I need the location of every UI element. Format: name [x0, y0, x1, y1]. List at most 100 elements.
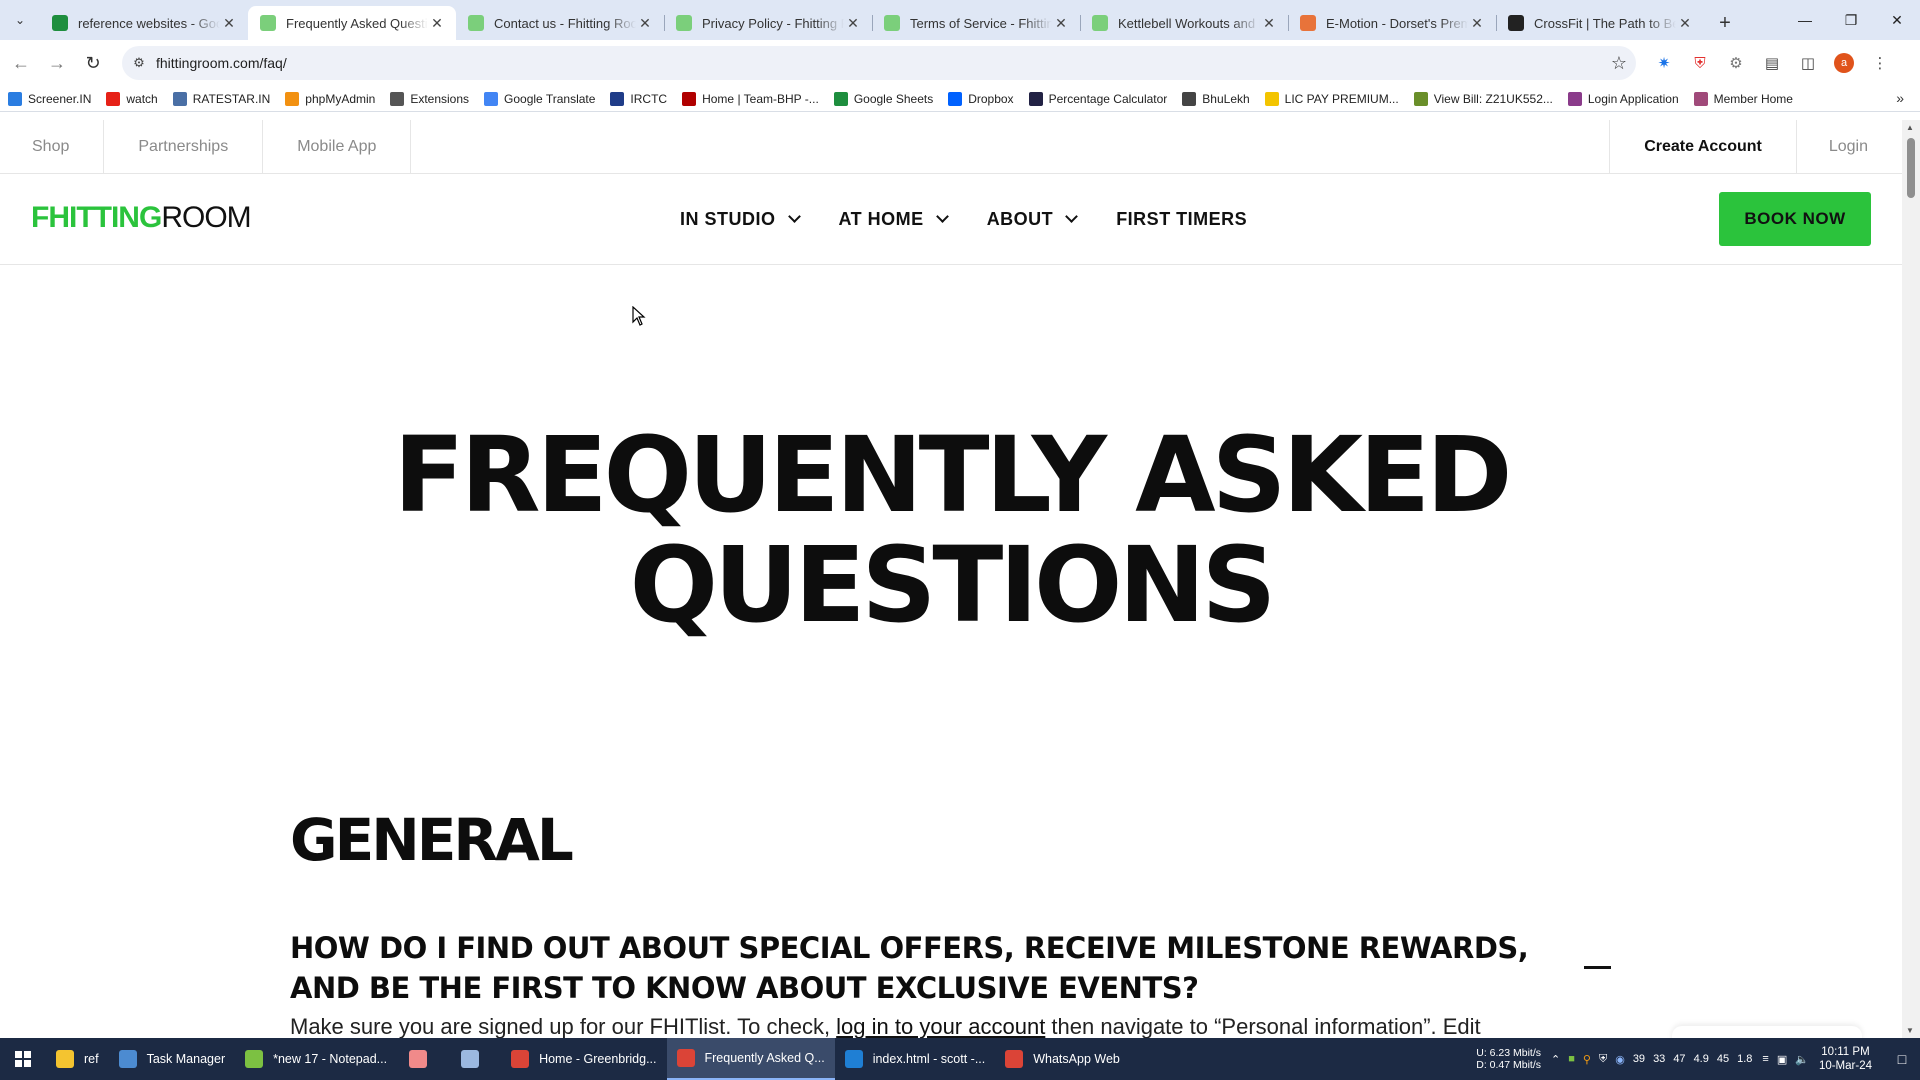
chat-widget[interactable] — [1672, 1026, 1862, 1038]
nav-item-about[interactable]: ABOUT — [987, 209, 1079, 230]
create-account-link[interactable]: Create Account — [1609, 120, 1796, 174]
bookmark-item[interactable]: Percentage Calculator — [1028, 91, 1167, 106]
tab-search-button[interactable]: ⌄ — [0, 0, 40, 40]
sheets-icon — [833, 91, 848, 106]
faq-question[interactable]: HOW DO I FIND OUT ABOUT SPECIAL OFFERS, … — [290, 928, 1530, 1008]
taskbar-item[interactable]: index.html - scott -... — [835, 1038, 996, 1080]
tab-1[interactable]: reference websites - Goog ✕ — [40, 6, 248, 40]
taskbar-item[interactable]: Task Manager — [109, 1038, 236, 1080]
restore-button[interactable]: ❐ — [1828, 0, 1874, 40]
minimize-button[interactable]: — — [1782, 0, 1828, 40]
bookmark-item[interactable]: BhuLekh — [1182, 91, 1250, 106]
volume-icon[interactable]: 🔈 — [1795, 1053, 1809, 1066]
profile-avatar[interactable]: a — [1834, 53, 1854, 73]
bookmark-star-icon[interactable]: ☆ — [1602, 53, 1636, 74]
bookmark-item[interactable]: IRCTC — [610, 91, 667, 106]
tab-close-icon[interactable]: ✕ — [1676, 14, 1694, 32]
util-link-shop[interactable]: Shop — [0, 120, 105, 174]
nav-item-in-studio[interactable]: IN STUDIO — [680, 209, 801, 230]
taskbar-item[interactable]: Frequently Asked Q... — [666, 1038, 835, 1080]
clock[interactable]: 10:11 PM 10-Mar-24 — [1819, 1045, 1872, 1073]
tab-close-icon[interactable]: ✕ — [428, 14, 446, 32]
tray-shield-icon[interactable]: ⛨ — [1599, 1053, 1607, 1066]
taskbar-item[interactable]: Home - Greenbridg... — [501, 1038, 666, 1080]
tab-close-icon[interactable]: ✕ — [1260, 14, 1278, 32]
extension-blue-icon[interactable]: ✷ — [1646, 48, 1682, 78]
tab-7[interactable]: E-Motion - Dorset's Prem ✕ — [1288, 6, 1496, 40]
search-tray-icon[interactable]: ⚲ — [1583, 1053, 1591, 1066]
bookmark-label: Dropbox — [968, 91, 1014, 106]
side-panel-icon[interactable]: ◫ — [1790, 48, 1826, 78]
tab-8[interactable]: CrossFit | The Path to Bett ✕ — [1496, 6, 1704, 40]
notification-icon[interactable]: □ — [1884, 1051, 1920, 1067]
chevron-up-icon[interactable]: ⌃ — [1551, 1053, 1560, 1066]
tab-close-icon[interactable]: ✕ — [1052, 14, 1070, 32]
dropbox-icon — [948, 91, 963, 106]
forward-button[interactable]: → — [42, 48, 72, 78]
bookmark-item[interactable]: Login Application — [1567, 91, 1679, 106]
bookmark-item[interactable]: Home | Team-BHP -... — [682, 91, 819, 106]
bookmark-item[interactable]: LIC PAY PREMIUM... — [1264, 91, 1399, 106]
tab-2[interactable]: Frequently Asked Questio ✕ — [248, 6, 456, 40]
tray-globe-icon[interactable]: ◉ — [1615, 1053, 1625, 1066]
tab-5[interactable]: Terms of Service - Fhitting ✕ — [872, 6, 1080, 40]
util-link-mobile-app[interactable]: Mobile App — [263, 120, 412, 174]
crossfit-icon — [1508, 15, 1524, 31]
tab-close-icon[interactable]: ✕ — [1468, 14, 1486, 32]
extension-bug-icon[interactable]: ⚙ — [1718, 48, 1754, 78]
bookmark-item[interactable]: Google Translate — [484, 91, 595, 106]
scroll-down-icon[interactable]: ▼ — [1906, 1026, 1914, 1035]
page-scrollbar[interactable]: ▲ ▼ — [1902, 120, 1920, 1038]
extensions-puzzle-icon[interactable]: ▤ — [1754, 48, 1790, 78]
tab-close-icon[interactable]: ✕ — [844, 14, 862, 32]
reload-button[interactable]: ↻ — [78, 48, 108, 78]
tab-title: Privacy Policy - Fhitting R — [702, 15, 844, 31]
bookmark-item[interactable]: Member Home — [1693, 91, 1793, 106]
url-text[interactable]: fhittingroom.com/faq/ — [156, 55, 1602, 71]
tab-6[interactable]: Kettlebell Workouts and I ✕ — [1080, 6, 1288, 40]
extension-shield-icon[interactable]: ⛨ — [1682, 48, 1718, 78]
nav-item-first-timers[interactable]: FIRST TIMERS — [1116, 209, 1247, 230]
tray-value: 33 — [1653, 1053, 1666, 1065]
scroll-up-icon[interactable]: ▲ — [1906, 123, 1914, 132]
tab-3[interactable]: Contact us - Fhitting Roor ✕ — [456, 6, 664, 40]
taskbar-item-label: Frequently Asked Q... — [704, 1051, 825, 1065]
wifi-icon[interactable]: ≡ — [1762, 1053, 1768, 1065]
back-button[interactable]: ← — [6, 48, 36, 78]
bookmark-item[interactable]: phpMyAdmin — [285, 91, 375, 106]
bookmark-item[interactable]: Google Sheets — [833, 91, 933, 106]
bookmark-item[interactable]: View Bill: Z21UK552... — [1413, 91, 1553, 106]
site-logo[interactable]: FHITTINGROOM — [31, 200, 252, 236]
tab-close-icon[interactable]: ✕ — [636, 14, 654, 32]
new-tab-button[interactable]: + — [1708, 6, 1742, 40]
bookmark-item[interactable]: Extensions — [390, 91, 469, 106]
bookmark-item[interactable]: watch — [106, 91, 158, 106]
faq-answer: Make sure you are signed up for our FHIT… — [290, 1014, 1481, 1038]
tab-close-icon[interactable]: ✕ — [220, 14, 238, 32]
taskbar-item[interactable] — [397, 1038, 449, 1080]
address-bar[interactable]: ⚙ fhittingroom.com/faq/ ☆ — [122, 46, 1636, 80]
network-icon[interactable]: ▣ — [1777, 1053, 1787, 1066]
taskbar-item[interactable]: *new 17 - Notepad... — [235, 1038, 397, 1080]
util-link-partnerships[interactable]: Partnerships — [104, 120, 264, 174]
site-info-icon[interactable]: ⚙ — [122, 55, 156, 71]
bookmark-item[interactable]: Dropbox — [948, 91, 1014, 106]
bookmark-item[interactable]: Screener.IN — [8, 91, 91, 106]
taskbar-item[interactable]: WhatsApp Web — [995, 1038, 1130, 1080]
taskbar-item-label: WhatsApp Web — [1033, 1052, 1120, 1066]
taskbar-item[interactable] — [449, 1038, 501, 1080]
scrollbar-thumb[interactable] — [1907, 138, 1915, 198]
login-link[interactable]: Login — [1795, 120, 1902, 174]
more-bookmarks-icon[interactable]: » — [1896, 90, 1904, 106]
tab-4[interactable]: Privacy Policy - Fhitting R ✕ — [664, 6, 872, 40]
start-button[interactable] — [0, 1038, 46, 1080]
menu-dots-icon[interactable]: ⋮ — [1862, 48, 1898, 78]
collapse-minus-icon[interactable] — [1584, 966, 1611, 969]
book-now-button[interactable]: BOOK NOW — [1719, 192, 1871, 246]
close-window-button[interactable]: ✕ — [1874, 0, 1920, 40]
login-account-link[interactable]: log in to your account — [836, 1014, 1045, 1038]
taskbar-item[interactable]: ref — [46, 1038, 109, 1080]
bookmark-item[interactable]: RATESTAR.IN — [172, 91, 270, 106]
nav-item-at-home[interactable]: AT HOME — [839, 209, 949, 230]
tray-app-icon[interactable]: ■ — [1568, 1053, 1575, 1065]
